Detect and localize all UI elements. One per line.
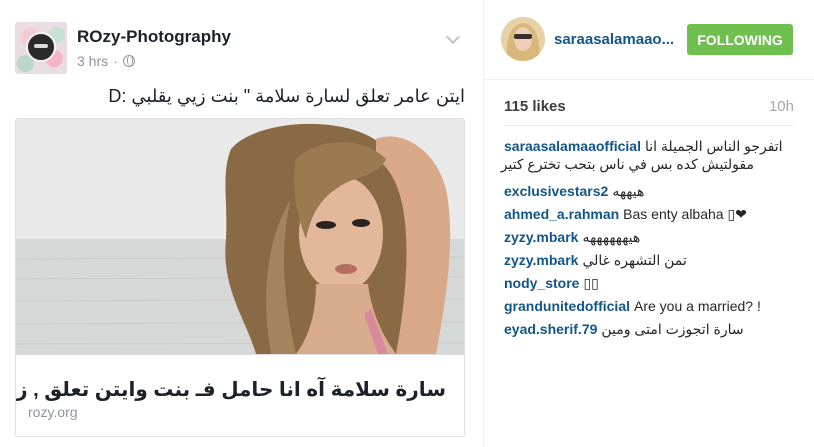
comment-item: saraasalamaaofficial اتفرجو الناس الجميلة… [500, 137, 804, 177]
comment-text-line2: مقولتيش كده بس في ناس بتحب تخترع كتير [500, 156, 754, 172]
comment-item: ahmed_a.rahman Bas enty albaha ▯❤ [504, 205, 804, 223]
link-caption: سارة سلامة آه انا حامل فـ بنت وايتن تعلق… [16, 354, 464, 436]
facebook-post: ROzy-Photography 3 hrs · ايتن عامر تعلق … [0, 0, 480, 447]
page-avatar[interactable] [15, 22, 67, 74]
comment-item: nody_store ▯▯ [504, 274, 804, 292]
post-text: ايتن عامر تعلق لسارة سلامة " بنت زيي يقل… [108, 86, 465, 106]
likes-count[interactable]: 115 likes [504, 98, 566, 115]
comment-text: ▯▯ [583, 275, 599, 291]
comment-item: eyad.sherif.79 سارة اتجوزت امتى ومين [504, 320, 804, 338]
comment-text: تمن التشهره غالي [582, 252, 687, 268]
link-preview-card[interactable]: سارة سلامة آه انا حامل فـ بنت وايتن تعلق… [15, 118, 465, 437]
comment-text: هيههههههه [582, 229, 641, 245]
comment-item: zyzy.mbark تمن التشهره غالي [504, 251, 804, 269]
globe-icon[interactable] [122, 55, 135, 67]
post-stats: 115 likes 10h [504, 98, 794, 118]
comment-text: Are you a married? ! [634, 298, 761, 314]
chevron-down-icon[interactable] [447, 33, 459, 45]
comment-user[interactable]: exclusivestars2 [504, 183, 608, 199]
post-header: ROzy-Photography 3 hrs · [15, 22, 470, 74]
comment-item: zyzy.mbark هيههههههه [504, 228, 804, 246]
meta-separator: · [113, 53, 118, 69]
comment-text: سارة اتجوزت امتى ومين [601, 321, 744, 337]
comment-user[interactable]: grandunitedofficial [504, 298, 630, 314]
comment-user[interactable]: nody_store [504, 275, 579, 291]
comments-list: saraasalamaaofficial اتفرجو الناس الجميلة… [500, 137, 804, 343]
comment-user[interactable]: zyzy.mbark [504, 252, 578, 268]
instagram-panel: saraasalamaao... FOLLOWING 115 likes 10h… [483, 0, 814, 447]
comment-user[interactable]: eyad.sherif.79 [504, 321, 597, 337]
post-time[interactable]: 3 hrs [77, 53, 108, 69]
page-name[interactable]: ROzy-Photography [77, 27, 231, 47]
link-title[interactable]: سارة سلامة آه انا حامل فـ بنت وايتن تعلق… [16, 377, 446, 402]
post-meta: 3 hrs · [77, 53, 135, 69]
post-age: 10h [768, 98, 794, 115]
comment-user[interactable]: ahmed_a.rahman [504, 206, 619, 222]
avatar[interactable] [501, 17, 545, 61]
comment-item: exclusivestars2 هيههه [504, 182, 804, 200]
divider [504, 125, 794, 126]
comment-item: grandunitedofficial Are you a married? ! [504, 297, 804, 315]
following-button[interactable]: FOLLOWING [687, 24, 793, 55]
comment-user[interactable]: saraasalamaaofficial [504, 138, 641, 154]
woman-photo [16, 119, 464, 354]
comment-text: اتفرجو الناس الجميلة انا [644, 138, 783, 154]
avatar-photo [501, 17, 545, 61]
username[interactable]: saraasalamaao... [554, 31, 674, 48]
link-domain: rozy.org [28, 404, 78, 420]
instagram-header: saraasalamaao... FOLLOWING [484, 0, 814, 80]
link-preview-image[interactable] [16, 119, 464, 354]
comment-text: هيههه [612, 183, 645, 199]
logo-disc [26, 32, 56, 62]
comment-user[interactable]: zyzy.mbark [504, 229, 578, 245]
comment-text: Bas enty albaha ▯❤ [623, 206, 747, 222]
